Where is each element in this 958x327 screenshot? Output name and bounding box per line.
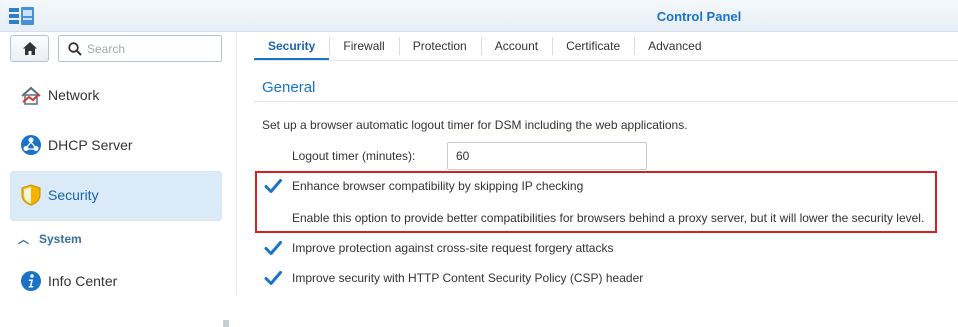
title-bar: Control Panel <box>0 0 958 32</box>
window-title: Control Panel <box>656 9 742 24</box>
sidebar-item-dhcp-server[interactable]: DHCP Server <box>10 121 222 171</box>
sidebar-item-label: DHCP Server <box>48 137 133 153</box>
sidebar-item-label: Info Center <box>48 273 118 289</box>
option-label: Improve protection against cross-site re… <box>292 241 614 255</box>
search-field[interactable] <box>58 35 222 62</box>
checkbox-checked-icon[interactable] <box>264 239 282 257</box>
sidebar-item-security[interactable]: Security <box>10 171 222 221</box>
home-icon <box>23 42 37 55</box>
tab-protection[interactable]: Protection <box>398 33 481 61</box>
option-note: Enable this option to provide better com… <box>292 211 925 225</box>
sidebar-group-system[interactable]: ︿ System <box>18 231 82 247</box>
shield-icon <box>21 184 41 206</box>
sidebar-item-info-center[interactable]: Info Center <box>10 257 222 307</box>
chevron-up-icon: ︿ <box>18 234 29 246</box>
sidebar-group-label: System <box>39 232 82 246</box>
sidebar-item-label: Network <box>48 87 100 103</box>
tab-divider <box>254 60 958 61</box>
option-label: Enhance browser compatibility by skippin… <box>292 179 584 193</box>
search-icon <box>68 42 82 56</box>
panel-divider <box>236 32 237 295</box>
tab-advanced[interactable]: Advanced <box>634 33 715 61</box>
sidebar-scrollbar[interactable] <box>223 320 229 327</box>
tab-certificate[interactable]: Certificate <box>552 33 634 61</box>
info-icon <box>21 271 41 291</box>
sidebar-item-network[interactable]: Network <box>10 71 222 121</box>
checkbox-checked-icon[interactable] <box>264 177 282 195</box>
option-label: Improve security with HTTP Content Secur… <box>292 271 644 285</box>
search-input[interactable] <box>87 40 217 58</box>
section-title: General <box>262 79 316 96</box>
section-description: Set up a browser automatic logout timer … <box>262 118 688 132</box>
sidebar-item-label: Security <box>48 187 99 203</box>
tab-security[interactable]: Security <box>254 33 330 61</box>
logout-timer-input[interactable] <box>447 142 647 170</box>
tab-firewall[interactable]: Firewall <box>329 33 398 61</box>
section-divider <box>254 101 958 102</box>
home-button[interactable] <box>10 35 49 62</box>
network-icon <box>21 86 41 105</box>
checkbox-checked-icon[interactable] <box>264 269 282 287</box>
sidebar: Network DHCP Server Security ︿ System Inf… <box>0 32 232 327</box>
dhcp-server-icon <box>21 135 41 155</box>
logout-timer-label: Logout timer (minutes): <box>292 149 416 163</box>
tab-account[interactable]: Account <box>480 33 552 61</box>
tab-bar: Security Firewall Protection Account Cer… <box>254 33 716 61</box>
